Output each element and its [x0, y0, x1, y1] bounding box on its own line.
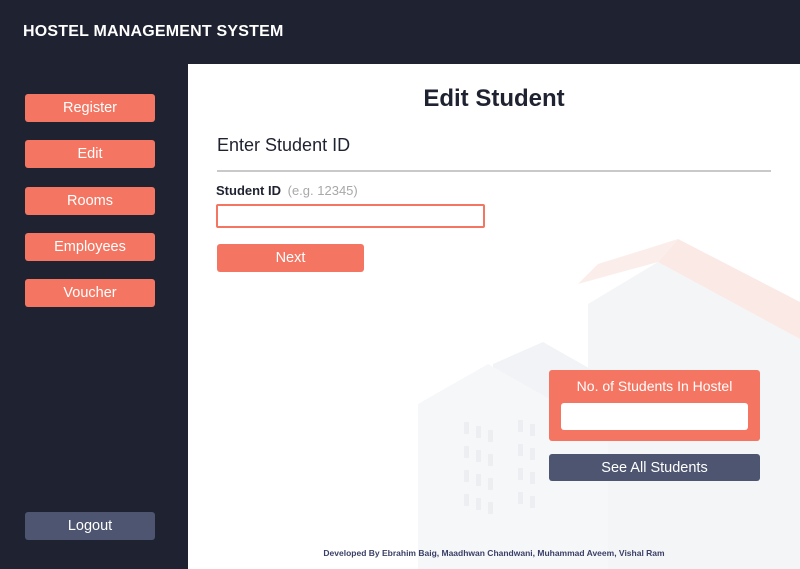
edit-button[interactable]: Edit: [25, 140, 155, 168]
main-panel: Edit Student Enter Student ID Student ID…: [188, 64, 800, 569]
logout-button[interactable]: Logout: [25, 512, 155, 540]
section-title: Enter Student ID: [217, 135, 351, 155]
student-id-label-text: Student ID: [216, 183, 281, 198]
page-title: Edit Student: [423, 85, 565, 112]
students-count-title: No. of Students In Hostel: [576, 378, 733, 394]
next-button[interactable]: Next: [217, 244, 364, 272]
sidebar: Register Edit Rooms Employees Voucher Lo…: [0, 64, 188, 569]
employees-button[interactable]: Employees: [25, 233, 155, 261]
section-divider: [217, 170, 771, 172]
student-id-input[interactable]: [216, 204, 485, 228]
top-bar: HOSTEL MANAGEMENT SYSTEM: [0, 0, 800, 64]
app-title: HOSTEL MANAGEMENT SYSTEM: [23, 23, 284, 40]
students-count-field: [561, 403, 748, 430]
footer-credits: Developed By Ebrahim Baig, Maadhwan Chan…: [323, 548, 665, 558]
rooms-button[interactable]: Rooms: [25, 187, 155, 215]
student-id-hint: (e.g. 12345): [287, 183, 358, 198]
register-button[interactable]: Register: [25, 94, 155, 122]
student-id-label: Student ID (e.g. 12345): [216, 183, 358, 198]
see-all-students-button[interactable]: See All Students: [549, 454, 760, 481]
students-count-card: No. of Students In Hostel: [549, 370, 760, 441]
voucher-button[interactable]: Voucher: [25, 279, 155, 307]
